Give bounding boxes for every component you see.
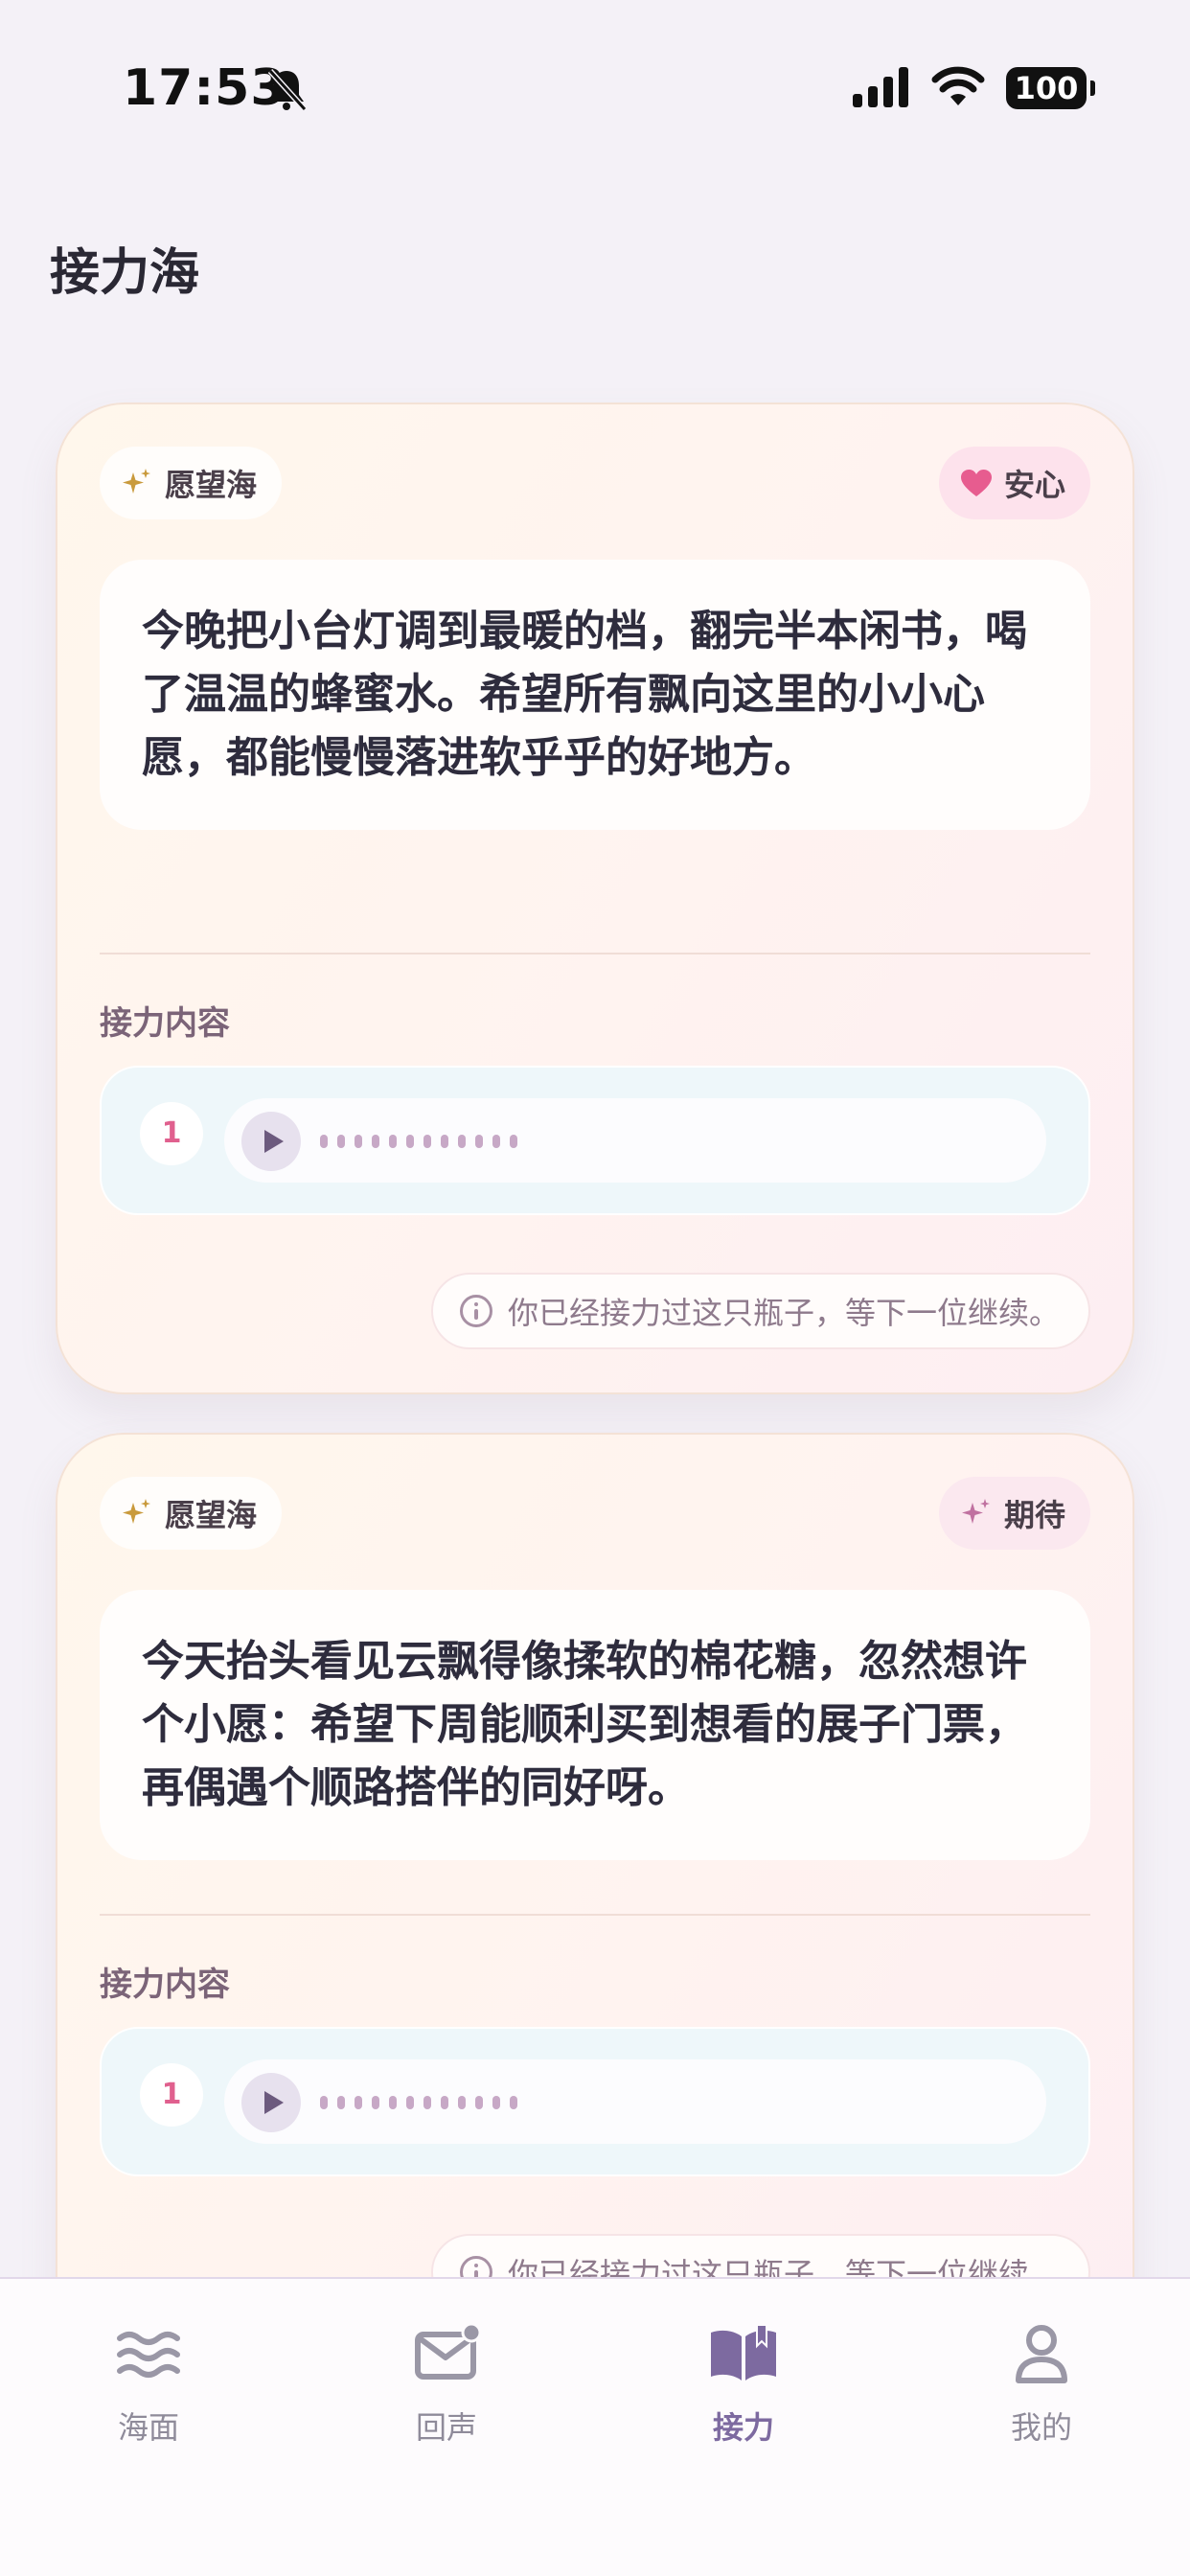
mood-tag: 安心 [938,447,1090,519]
voice-player[interactable] [224,1098,1046,1183]
user-icon [1016,2325,1067,2383]
category-tag: 愿望海 [100,447,283,519]
wifi-icon [931,66,985,105]
status-time: 17:53 [123,59,286,117]
category-tag-label: 愿望海 [165,467,258,503]
tab-label: 接力 [712,2409,774,2446]
tab-mine[interactable]: 我的 [946,2321,1137,2448]
page-title: 接力海 [50,244,200,302]
category-tag-label: 愿望海 [165,1497,258,1533]
tab-relay[interactable]: 接力 [648,2321,839,2448]
waveform [320,2096,517,2109]
category-tag: 愿望海 [100,1477,283,1550]
tab-label: 我的 [1010,2409,1072,2446]
relay-item: 1 [100,2027,1090,2176]
sparkle-icon [123,1499,150,1524]
info-icon [459,1295,492,1327]
mail-icon [415,2322,482,2380]
divider [100,953,1090,954]
relay-notice-text: 你已经接力过这只瓶子，等下一位继续。 [507,1295,1060,1331]
wish-text: 今天抬头看见云飘得像揉软的棉花糖，忽然想许个小愿：希望下周能顺利买到想看的展子门… [100,1590,1090,1860]
bottle-card[interactable]: 愿望海 期待 今天抬头看见云飘得像揉软的棉花糖，忽然想许个小愿：希望下周能顺利买… [56,1433,1134,2391]
relay-item: 1 [100,1066,1090,1215]
relay-section-label: 接力内容 [100,1966,230,2004]
mood-tag-label: 安心 [1003,467,1065,503]
tab-label: 回声 [415,2409,477,2446]
relay-notice: 你已经接力过这只瓶子，等下一位继续。 [430,1273,1090,1349]
mood-tag: 期待 [938,1477,1090,1550]
status-bar: 17:53 100 [0,0,1190,172]
sparkle-icon [123,469,150,494]
play-icon[interactable] [241,2073,301,2132]
tab-label: 海面 [117,2409,179,2446]
tab-sea-surface[interactable]: 海面 [53,2321,244,2448]
sparkle-icon [961,1499,990,1524]
bottle-card[interactable]: 愿望海 安心 今晚把小台灯调到最暖的档，翻完半本闲书，喝了温温的蜂蜜水。希望所有… [56,402,1134,1394]
book-icon [711,2324,776,2380]
tab-echo[interactable]: 回声 [351,2321,542,2448]
heart-icon [960,470,992,496]
divider [100,1914,1090,1916]
bell-muted-icon [267,68,308,112]
battery-indicator: 100 [1006,67,1095,109]
waves-icon [117,2332,180,2378]
mood-tag-label: 期待 [1003,1497,1065,1533]
waveform [320,1135,517,1148]
voice-player[interactable] [224,2059,1046,2144]
bottom-tab-bar: 海面 回声 接力 我的 [0,2277,1190,2576]
relay-index: 1 [140,1102,203,1165]
play-icon[interactable] [241,1112,301,1171]
relay-section-label: 接力内容 [100,1004,230,1043]
wish-text: 今晚把小台灯调到最暖的档，翻完半本闲书，喝了温温的蜂蜜水。希望所有飘向这里的小小… [100,560,1090,830]
cellular-signal-icon [853,67,908,107]
relay-index: 1 [140,2063,203,2127]
